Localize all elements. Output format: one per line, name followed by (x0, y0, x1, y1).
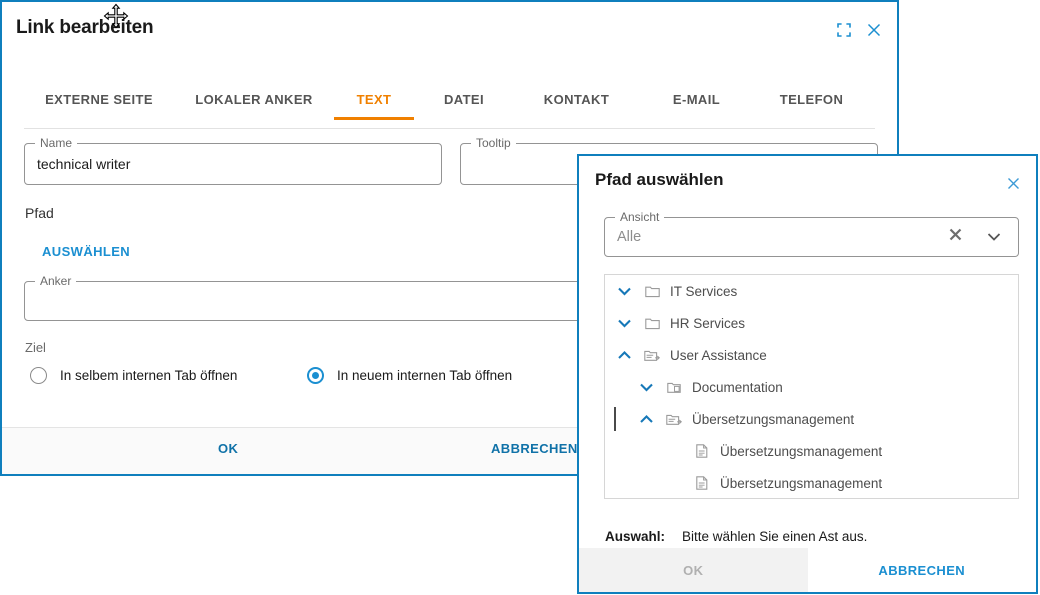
ok-button[interactable]: OK (218, 441, 238, 456)
tab-datei[interactable]: DATEI (414, 90, 514, 119)
tab-text[interactable]: TEXT (334, 90, 414, 120)
folder-link-icon (665, 410, 683, 428)
radio-new-tab-circle (307, 367, 324, 384)
tree-item-label: Übersetzungsmanagement (692, 411, 855, 427)
tree-item-label: Übersetzungsmanagement (720, 475, 883, 491)
folder-icon (643, 282, 661, 300)
radio-new-tab[interactable]: In neuem internen Tab öffnen (307, 367, 512, 384)
folder-page-icon (665, 378, 683, 396)
path-dialog-footer: OK ABBRECHEN (579, 548, 1036, 592)
name-field-legend: Name (35, 136, 78, 150)
close-icon[interactable] (1004, 174, 1022, 192)
tree-item-it-services[interactable]: IT Services (605, 275, 1018, 307)
radio-new-tab-label: In neuem internen Tab öffnen (337, 368, 513, 383)
tab-bar: EXTERNE SEITE LOKALER ANKER TEXT DATEI K… (24, 90, 875, 129)
radio-same-tab-circle (30, 367, 47, 384)
ansicht-select[interactable]: Ansicht Alle (604, 210, 1019, 257)
selection-label: Auswahl: (605, 528, 666, 544)
tree-item-label: User Assistance (670, 347, 767, 363)
chevron-down-icon[interactable] (615, 314, 633, 332)
tree-item-documentation[interactable]: Documentation (605, 371, 1018, 403)
selection-value: Bitte wählen Sie einen Ast aus. (682, 528, 868, 544)
window-buttons (835, 21, 883, 39)
folder-icon (643, 314, 661, 332)
auswaehlen-button[interactable]: AUSWÄHLEN (42, 244, 130, 259)
tree-item-label: Documentation (692, 379, 783, 395)
tab-email[interactable]: E-MAIL (639, 90, 754, 119)
chevron-up-icon[interactable] (637, 410, 655, 428)
cancel-button[interactable]: ABBRECHEN (807, 548, 1036, 592)
ok-button[interactable]: OK (579, 548, 808, 592)
dialog-title-bar[interactable]: Link bearbeiten (2, 2, 897, 58)
tree-item-label: IT Services (670, 283, 738, 299)
chevron-down-icon[interactable] (637, 378, 655, 396)
close-icon[interactable] (865, 21, 883, 39)
dialog-title: Link bearbeiten (16, 17, 154, 38)
tree-item-label: HR Services (670, 315, 746, 331)
radio-same-tab[interactable]: In selbem internen Tab öffnen (30, 367, 237, 384)
cancel-button[interactable]: ABBRECHEN (491, 441, 578, 456)
path-select-dialog: Pfad auswählen Ansicht Alle IT Services … (577, 154, 1038, 594)
tab-lokaler-anker[interactable]: LOKALER ANKER (174, 90, 334, 119)
path-tree[interactable]: IT Services HR Services User Assistance … (604, 274, 1019, 499)
radio-same-tab-label: In selbem internen Tab öffnen (60, 368, 238, 383)
anker-field-legend: Anker (35, 274, 77, 288)
page-icon (693, 474, 711, 492)
ziel-label: Ziel (25, 340, 46, 355)
focus-indicator (614, 407, 616, 431)
page-icon (693, 442, 711, 460)
tree-item-uebersetzungsmanagement-page-1[interactable]: Übersetzungsmanagement (605, 435, 1018, 467)
maximize-icon[interactable] (835, 21, 853, 39)
ansicht-value: Alle (617, 229, 642, 245)
tree-item-uebersetzungsmanagement-page-2[interactable]: Übersetzungsmanagement (605, 467, 1018, 498)
tab-externe-seite[interactable]: EXTERNE SEITE (24, 90, 174, 119)
chevron-down-icon[interactable] (615, 282, 633, 300)
chevron-up-icon[interactable] (615, 346, 633, 364)
clear-icon[interactable] (949, 228, 962, 246)
tree-item-label: Übersetzungsmanagement (720, 443, 883, 459)
folder-link-icon (643, 346, 661, 364)
tree-item-hr-services[interactable]: HR Services (605, 307, 1018, 339)
name-field-value: technical writer (37, 156, 131, 172)
tooltip-field-legend: Tooltip (471, 136, 516, 150)
pfad-label: Pfad (25, 205, 54, 221)
tree-item-user-assistance[interactable]: User Assistance (605, 339, 1018, 371)
tree-item-uebersetzungsmanagement-folder[interactable]: Übersetzungsmanagement (605, 403, 1018, 435)
name-field[interactable]: Name technical writer (24, 136, 442, 185)
chevron-down-icon[interactable] (987, 228, 1001, 246)
tab-kontakt[interactable]: KONTAKT (514, 90, 639, 119)
tab-telefon[interactable]: TELEFON (754, 90, 869, 119)
path-dialog-title: Pfad auswählen (595, 170, 724, 189)
ansicht-legend: Ansicht (615, 210, 665, 224)
